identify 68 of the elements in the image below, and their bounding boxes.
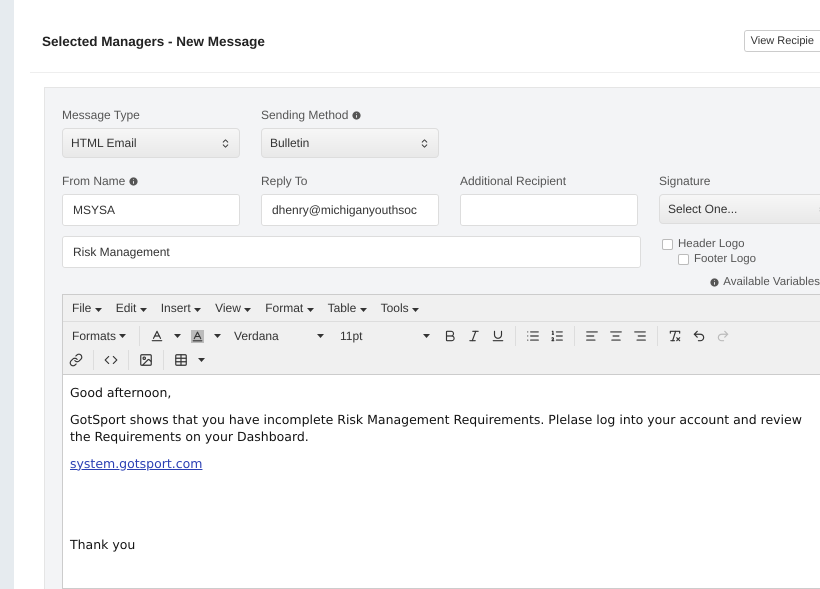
info-icon xyxy=(709,276,720,288)
field-label: Signature xyxy=(659,174,712,188)
caret-icon xyxy=(317,334,324,338)
checkbox[interactable] xyxy=(662,238,673,250)
field-label: Sending Method xyxy=(261,108,439,122)
font-dropdown[interactable]: Verdana xyxy=(231,327,328,345)
formats-dropdown[interactable]: Formats xyxy=(69,327,130,345)
italic-icon[interactable] xyxy=(467,329,482,343)
align-right-icon[interactable] xyxy=(633,329,648,343)
caret-icon xyxy=(194,308,202,312)
editor-menu[interactable]: View xyxy=(215,301,252,315)
editor-menu[interactable]: Insert xyxy=(160,301,202,315)
editor-menu[interactable]: Tools xyxy=(380,301,419,315)
select-field[interactable]: Select One... xyxy=(659,194,820,224)
link-icon[interactable] xyxy=(69,353,83,367)
editor-menu[interactable]: Format xyxy=(265,301,314,315)
caret-icon xyxy=(214,334,222,338)
select-arrows-icon xyxy=(419,138,430,148)
caret-icon xyxy=(174,334,182,338)
caret-icon xyxy=(119,334,126,338)
body-paragraph: Thank you xyxy=(70,536,136,554)
caret-icon xyxy=(412,308,419,312)
checkbox-option[interactable]: Footer Logo xyxy=(662,253,756,265)
undo-icon[interactable] xyxy=(692,329,706,343)
table-icon[interactable] xyxy=(174,353,188,367)
info-icon xyxy=(351,110,362,120)
field-label: From Name xyxy=(62,174,240,188)
checkbox-option[interactable]: Header Logo xyxy=(662,238,756,250)
bullet-list-icon[interactable] xyxy=(526,329,540,343)
input-field[interactable]: MSYSA xyxy=(62,194,240,226)
caret-icon xyxy=(94,308,102,312)
underline-icon[interactable] xyxy=(491,329,506,343)
clear-formatting-icon[interactable] xyxy=(668,329,682,343)
select-field[interactable]: HTML Email xyxy=(62,128,240,158)
field-label: Additional Recipient xyxy=(460,174,568,188)
available-variables-link[interactable]: Available Variables xyxy=(709,276,820,288)
view-recipients-button[interactable]: View Recipie xyxy=(744,30,820,52)
body-paragraph: GotSport shows that you have incomplete Risk Management Requirements. Plelase log into your account and review the Requirements on your Dashboard. xyxy=(70,412,803,446)
image-icon[interactable] xyxy=(139,353,153,367)
website-link[interactable]: system.gotsport.com xyxy=(70,456,202,471)
body-paragraph: Good afternoon, xyxy=(70,385,172,402)
text-color-icon[interactable] xyxy=(150,329,164,343)
caret-icon xyxy=(140,308,147,312)
caret-icon xyxy=(360,308,367,312)
code-icon[interactable] xyxy=(104,353,118,367)
align-left-icon[interactable] xyxy=(585,329,600,343)
page-title: Selected Managers - New Message xyxy=(42,34,265,48)
subject-field[interactable]: Risk Management xyxy=(62,236,641,268)
field-label: Message Type xyxy=(62,108,141,122)
caret-icon xyxy=(244,308,252,312)
font-size-dropdown[interactable]: 11pt xyxy=(337,327,434,345)
checkbox[interactable] xyxy=(678,254,689,264)
input-field[interactable] xyxy=(460,194,638,226)
editor-menu[interactable]: Table xyxy=(328,301,367,315)
select-arrows-icon xyxy=(220,138,231,148)
field-label: Reply To xyxy=(261,174,308,188)
input-field[interactable]: dhenry@michiganyouthsoc xyxy=(261,194,439,226)
caret-icon xyxy=(423,334,430,338)
select-field[interactable]: Bulletin xyxy=(261,128,439,158)
numbered-list-icon[interactable] xyxy=(550,329,564,343)
editor-menu[interactable]: File xyxy=(72,301,102,315)
background-color-icon[interactable] xyxy=(191,330,204,342)
caret-icon xyxy=(306,308,314,312)
editor-menu[interactable]: Edit xyxy=(116,301,147,315)
align-center-icon[interactable] xyxy=(609,329,624,343)
caret-icon xyxy=(198,358,205,362)
info-icon xyxy=(128,176,140,186)
bold-icon[interactable] xyxy=(443,329,458,343)
